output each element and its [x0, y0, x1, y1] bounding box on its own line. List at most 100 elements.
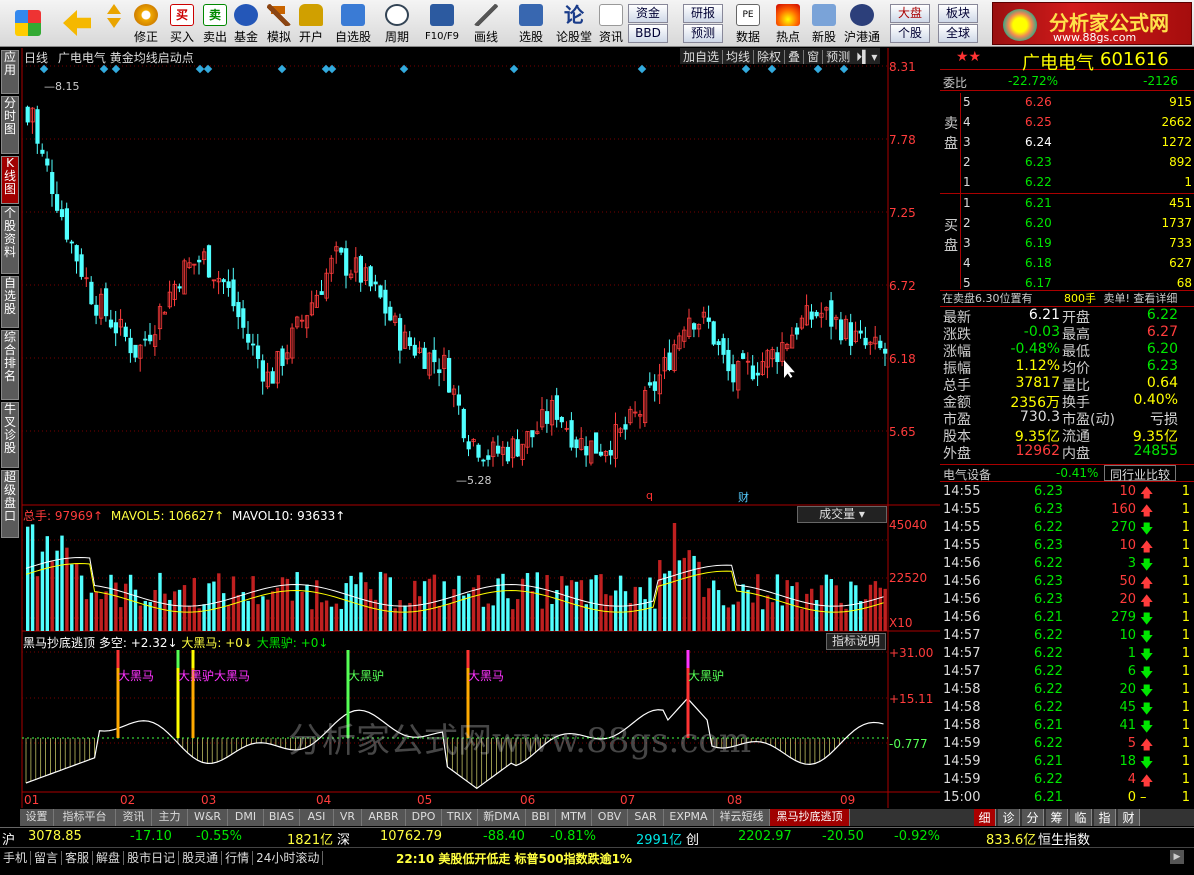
app-grid-button[interactable] [8, 2, 48, 45]
indicator-tab[interactable]: 主力 [152, 809, 188, 826]
indicator-tab[interactable]: BBI [526, 809, 556, 826]
order-book-row[interactable]: 2 6.23 892 [961, 155, 1194, 173]
indicator-tab[interactable]: DPO [406, 809, 442, 826]
sector-button[interactable]: 板块 [938, 4, 978, 23]
quote-tab[interactable]: 细 [974, 809, 996, 826]
global-button[interactable]: 全球 [938, 24, 978, 43]
back-button[interactable] [60, 2, 94, 45]
side-tab-watchlist[interactable]: 自选股 [1, 276, 19, 328]
edit-button[interactable]: 修正 [130, 2, 162, 45]
indicator-tab[interactable]: VR [334, 809, 362, 826]
quote-tab[interactable]: 分 [1022, 809, 1044, 826]
market-button[interactable]: 大盘 [890, 4, 930, 23]
quote-tab[interactable]: 临 [1070, 809, 1092, 826]
side-tab-timeshare[interactable]: 分时图 [1, 96, 19, 154]
indicator-tab[interactable]: TRIX [442, 809, 478, 826]
single-stock-button[interactable]: 个股 [890, 24, 930, 43]
order-book-row[interactable]: 5 6.26 915 [961, 95, 1194, 113]
indicator-tab[interactable]: ARBR [362, 809, 406, 826]
chart-period[interactable]: 日线 [24, 51, 48, 65]
bottom-menu-item[interactable]: 手机 [0, 851, 32, 865]
period-button[interactable]: 周期 [377, 2, 417, 45]
side-tab-level2[interactable]: 超级盘口 [1, 470, 19, 538]
scroll-right-icon[interactable]: ▶ [1170, 850, 1184, 864]
order-book-row[interactable]: 3 6.19 733 [961, 236, 1194, 254]
research-button[interactable]: 研报 [683, 4, 723, 23]
hot-button[interactable]: 热点 [770, 2, 806, 45]
indicator-tab[interactable]: EXPMA [664, 809, 714, 826]
up-down-button[interactable] [100, 2, 128, 45]
bottom-menu-item[interactable]: 行情 [222, 851, 254, 865]
news-ticker[interactable]: 22:10 美股低开低走 标普500指数跌逾1% [396, 850, 632, 867]
tick-list[interactable]: 14:55 6.23 10 🡅 1 14:55 6.23 160 🡅 1 14:55 6.22 270 🡇… [940, 484, 1194, 808]
forum-button[interactable]: 论论股堂 [554, 2, 594, 45]
indicator-tab[interactable]: SAR [628, 809, 664, 826]
simulate-button[interactable]: 模拟 [264, 2, 294, 45]
indicator-tab[interactable]: DMI [228, 809, 264, 826]
indicator-tab[interactable]: 资讯 [116, 809, 152, 826]
volume-dropdown[interactable]: 成交量 ▾ [797, 506, 887, 523]
indicator-tab[interactable]: W&R [188, 809, 228, 826]
event-marker-finance[interactable]: 财 [738, 489, 749, 505]
forecast-button[interactable]: 预测 [683, 24, 723, 43]
draw-line-button[interactable]: 画线 [466, 2, 506, 45]
news-button[interactable]: 资讯 [596, 2, 626, 45]
indicator-tab[interactable]: 新DMA [478, 809, 526, 826]
kline-chart-area[interactable]: 日线 广电电气 黄金均线启动点 加自选 均线 除权叠窗预测 ⏵▍▾ 8.31 7.78… [20, 48, 940, 808]
side-tab-ranking[interactable]: 综合排名 [1, 330, 19, 400]
indicator-tab[interactable]: ASI [300, 809, 334, 826]
indicator-tab[interactable]: 设置 [20, 809, 54, 826]
bottom-menu-item[interactable]: 24小时滚动 [253, 851, 324, 865]
overlay-button[interactable]: 叠 [785, 50, 805, 64]
fund-button[interactable]: 基金 [231, 2, 261, 45]
quote-tab[interactable]: 财 [1118, 809, 1140, 826]
bottom-menu-item[interactable]: 股市日记 [124, 851, 180, 865]
stock-screen-button[interactable]: 选股 [510, 2, 552, 45]
exright-button[interactable]: 除权 [754, 50, 786, 64]
buy-button[interactable]: 买买入 [167, 2, 197, 45]
bottom-menu-item[interactable]: 留言 [31, 851, 63, 865]
fund-flow-button[interactable]: 资金 [628, 4, 668, 23]
indicator-tab[interactable]: 祥云短线 [714, 809, 770, 826]
add-watchlist-button[interactable]: 加自选 [680, 50, 724, 64]
order-book-row[interactable]: 4 6.25 2662 [961, 115, 1194, 133]
indicator-title[interactable]: 黑马抄底逃顶 [23, 636, 95, 650]
indicator-tab[interactable]: MTM [556, 809, 592, 826]
bottom-menu-item[interactable]: 解盘 [93, 851, 125, 865]
ipo-button[interactable]: 新股 [806, 2, 842, 45]
side-tab-kline[interactable]: K线图 [1, 156, 19, 204]
order-book-row[interactable]: 3 6.24 1272 [961, 135, 1194, 153]
indicator-tab[interactable]: OBV [592, 809, 628, 826]
order-book-row[interactable]: 4 6.18 627 [961, 256, 1194, 274]
order-book-row[interactable]: 2 6.20 1737 [961, 216, 1194, 234]
f10-button[interactable]: F10/F9 [420, 2, 464, 45]
indicator-help-button[interactable]: 指标说明 [826, 633, 886, 650]
compare-industry-button[interactable]: 同行业比较 [1104, 465, 1176, 482]
ma-button[interactable]: 均线 [723, 50, 755, 64]
quote-tab[interactable]: 指 [1094, 809, 1116, 826]
event-marker-q[interactable]: q [646, 489, 653, 502]
bbd-button[interactable]: BBD [628, 24, 668, 43]
order-book-row[interactable]: 1 6.21 451 [961, 196, 1194, 214]
side-tab-profile[interactable]: 个股资料 [1, 206, 19, 274]
chart-nav-icon[interactable]: ⏵▍▾ [853, 50, 880, 64]
quote-tab[interactable]: 诊 [998, 809, 1020, 826]
side-tab-diagnose[interactable]: 牛叉诊股 [1, 402, 19, 468]
indicator-tab[interactable]: BIAS [264, 809, 300, 826]
indicator-tab[interactable]: 黑马抄底逃顶 [770, 809, 850, 826]
watch-stars-icon[interactable]: ★★ [956, 49, 981, 65]
chart-formula-name[interactable]: 黄金均线启动点 [110, 51, 194, 65]
indicator-tab[interactable]: 指标平台 [54, 809, 116, 826]
hk-connect-button[interactable]: 沪港通 [842, 2, 882, 45]
forecast-chart-button[interactable]: 预测 [823, 50, 853, 64]
window-button[interactable]: 窗 [804, 50, 824, 64]
data-button[interactable]: PE 数据 [730, 2, 766, 45]
bottom-menu-item[interactable]: 客服 [62, 851, 94, 865]
chart-svg[interactable] [20, 48, 940, 808]
sell-button[interactable]: 卖卖出 [200, 2, 230, 45]
side-tab-apps[interactable]: 应用 [1, 50, 19, 94]
watchlist-button[interactable]: 自选股 [333, 2, 373, 45]
big-order-note[interactable]: 在卖盘6.30位置有 800手 卖单! 查看详细 [940, 290, 1194, 307]
order-book-row[interactable]: 1 6.22 1 [961, 175, 1194, 193]
quote-tab[interactable]: 筹 [1046, 809, 1068, 826]
